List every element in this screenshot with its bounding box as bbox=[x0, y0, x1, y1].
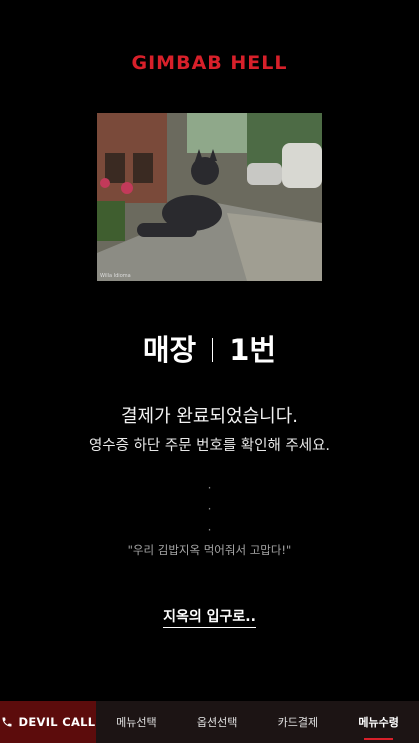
nav-steps: 메뉴선택 옵션선택 카드결제 메뉴수령 bbox=[96, 701, 419, 743]
dot-separator: · · · bbox=[0, 478, 419, 541]
divider bbox=[212, 338, 214, 362]
order-number-heading: 매장 1번 bbox=[0, 327, 419, 369]
dot: · bbox=[207, 502, 212, 516]
photo-caption: Willa Idioma bbox=[100, 273, 131, 279]
order-number: 1번 bbox=[229, 333, 277, 367]
dot: · bbox=[207, 481, 212, 495]
hero-photo: Willa Idioma bbox=[97, 113, 322, 281]
payment-complete-text: 결제가 완료되었습니다. bbox=[120, 406, 299, 427]
thanks-quote: "우리 김밥지옥 먹어줘서 고맙다!" bbox=[127, 543, 292, 557]
bottom-nav: DEVIL CALL 메뉴선택 옵션선택 카드결제 메뉴수령 bbox=[0, 701, 419, 743]
nav-item-menu-select[interactable]: 메뉴선택 bbox=[116, 701, 156, 743]
enter-hell-link[interactable]: 지옥의 입구로.. bbox=[163, 609, 256, 628]
devil-call-label: DEVIL CALL bbox=[18, 715, 96, 729]
enter-link-wrap: 지옥의 입구로.. bbox=[0, 606, 419, 628]
phone-icon bbox=[1, 713, 13, 732]
nav-item-card-payment[interactable]: 카드결제 bbox=[278, 701, 318, 743]
dot: · bbox=[207, 523, 212, 537]
store-label: 매장 bbox=[142, 333, 197, 367]
receipt-hint-text: 영수증 하단 주문 번호를 확인해 주세요. bbox=[88, 438, 331, 454]
nav-item-menu-pickup[interactable]: 메뉴수령 bbox=[358, 701, 399, 743]
devil-call-button[interactable]: DEVIL CALL bbox=[0, 701, 96, 743]
nav-item-option-select[interactable]: 옵션선택 bbox=[197, 701, 237, 743]
brand-logo: GIMBAB HELL bbox=[131, 52, 288, 74]
